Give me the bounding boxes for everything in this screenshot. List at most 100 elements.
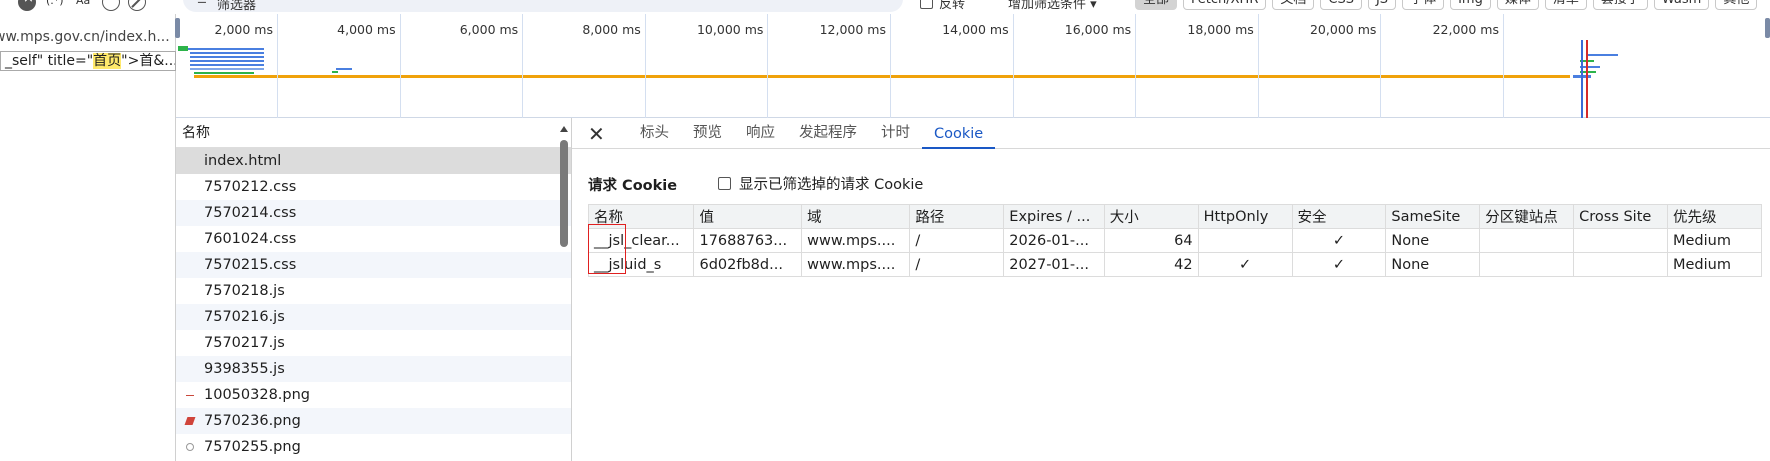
cookie-column-header[interactable]: 名称 (587, 204, 695, 229)
clear-icon[interactable] (18, 0, 36, 11)
type-filter-chip[interactable]: Wasm (1653, 0, 1710, 10)
cookie-column-header[interactable]: 值 (693, 204, 803, 229)
code-before: _self" title=" (5, 53, 94, 69)
close-icon[interactable]: ✕ (588, 124, 605, 144)
timeline-overview[interactable]: 2,000 ms 4,000 ms 6,000 ms 8,000 ms 10,000 m… (175, 14, 1770, 118)
request-row[interactable]: 7570212.css (176, 174, 571, 200)
type-filter-chip[interactable]: 清单 (1544, 0, 1587, 10)
request-name: 7570236.png (204, 413, 301, 429)
cookie-row[interactable]: __jsluid_s 6d02fb8d... www.mps..../2027-01… (587, 252, 1762, 277)
cookie-column-header[interactable]: SameSite (1385, 204, 1481, 229)
waterfall-bar (190, 52, 264, 54)
cookie-table-body: __jsl_clear... 17688763... www.mps..../202… (587, 228, 1762, 277)
show-filtered-checkbox[interactable]: 显示已筛选掉的请求 Cookie (718, 173, 923, 194)
load-event-marker (1586, 40, 1588, 118)
overview-right-handle[interactable] (1765, 18, 1770, 38)
timeline-gridline (644, 14, 646, 118)
timeline-gridline (522, 14, 524, 118)
cookie-cell: 17688763... (693, 228, 803, 253)
request-row[interactable]: index.html (176, 148, 571, 174)
request-row[interactable]: 10050328.png (176, 382, 571, 408)
waterfall-bar (194, 72, 254, 74)
cookie-cell (1197, 228, 1293, 253)
type-filter-chip[interactable]: 媒体 (1496, 0, 1539, 10)
type-filter-chip[interactable]: 全部 (1135, 0, 1178, 10)
timeline-gridline (277, 14, 278, 118)
dom-content-loaded-marker (1581, 40, 1583, 118)
type-filter-chip[interactable]: 套接字 (1592, 0, 1648, 10)
case-sensitive-toggle[interactable]: Aa (76, 0, 90, 7)
timeline-tick-label: 10,000 ms (696, 22, 764, 37)
details-tab[interactable]: 标头 (628, 121, 681, 148)
type-filter-chip[interactable]: Img (1450, 0, 1491, 10)
type-filter-chip[interactable]: JS (1367, 0, 1397, 10)
details-tab[interactable]: Cookie (922, 126, 996, 149)
overview-left-handle[interactable] (175, 18, 180, 38)
timeline-tick-label: 12,000 ms (819, 22, 886, 37)
cookie-column-header[interactable]: 路径 (909, 204, 1005, 229)
request-row[interactable]: 9398355.js (176, 356, 571, 382)
cookie-column-header[interactable]: 优先级 (1667, 204, 1762, 229)
cookie-cell: ✓ (1291, 228, 1387, 253)
scroll-up-icon[interactable] (560, 126, 568, 132)
cookie-cell: 6d02fb8d... (693, 252, 803, 277)
block-icon[interactable] (128, 0, 146, 11)
request-row[interactable]: 7570236.png (176, 408, 571, 434)
cookie-column-header[interactable]: Cross Site (1573, 204, 1668, 229)
cookie-column-header[interactable]: HttpOnly (1197, 204, 1293, 229)
cookie-cell: / (909, 252, 1005, 277)
cookie-cell (1573, 228, 1668, 253)
request-row[interactable]: 7570215.css (176, 252, 571, 278)
type-filter-chip[interactable]: 文档 (1272, 0, 1315, 10)
cookie-cell (1479, 252, 1575, 277)
details-tab[interactable]: 计时 (869, 121, 922, 148)
request-name: 7601024.css (204, 231, 297, 247)
timeline-gridline (1012, 14, 1014, 118)
cookie-cell: ✓ (1197, 252, 1293, 277)
request-row[interactable]: 7570218.js (176, 278, 571, 304)
timeline-tick-label: 4,000 ms (337, 22, 396, 37)
request-row[interactable]: 7570216.js (176, 304, 571, 330)
type-filter-chip[interactable]: Fetch/XHR (1183, 0, 1267, 10)
type-filter-chip[interactable]: 字体 (1402, 0, 1445, 10)
regex-toggle[interactable]: (.*) (46, 0, 64, 7)
name-column-header[interactable]: 名称 (176, 118, 571, 148)
request-row[interactable]: 7570255.png (176, 434, 571, 460)
cookie-cell: Medium (1667, 228, 1762, 253)
timeline-tick-label: 22,000 ms (1432, 22, 1499, 37)
type-filter-chip[interactable]: CSS (1320, 0, 1362, 10)
invert-checkbox[interactable]: 反转 (920, 0, 965, 12)
section-title: 请求 Cookie (588, 178, 678, 194)
waterfall-bar (190, 56, 264, 58)
cookie-column-header[interactable]: 域 (801, 204, 911, 229)
toolbar-icons (18, 0, 36, 11)
details-tab[interactable]: 响应 (734, 121, 787, 148)
devtools-network-panel: (.*) Aa ☰ 筛选器 反转 增加筛选条件 ▾ 全部 Fetch/XHR 文档 C… (0, 0, 1770, 461)
type-filter-chip[interactable]: 其他 (1715, 0, 1758, 10)
waterfall-bar (178, 46, 188, 51)
cookie-cell: None (1385, 228, 1481, 253)
request-name: 9398355.js (204, 361, 285, 377)
cookie-table: 名称值域路径 Expires / ... 大小 HttpOnly 安全 SameSite 分… (587, 204, 1762, 277)
filter-input[interactable]: ☰ 筛选器 (183, 0, 903, 13)
request-row[interactable]: 7570217.js (176, 330, 571, 356)
cookie-column-header[interactable]: Expires / ... (1003, 204, 1105, 229)
cookie-row[interactable]: __jsl_clear... 17688763... www.mps..../202… (587, 228, 1762, 253)
scroll-thumb[interactable] (560, 140, 568, 247)
timeline-tick-label: 8,000 ms (582, 22, 641, 37)
record-icon[interactable] (102, 0, 120, 11)
cookie-cell: __jsluid_s (587, 252, 695, 277)
request-list-scrollbar[interactable] (557, 118, 571, 461)
cookie-column-header[interactable]: 分区键站点 (1479, 204, 1575, 229)
cookie-column-header[interactable]: 大小 (1103, 204, 1199, 229)
image-icon (184, 417, 196, 425)
waterfall-bar (190, 64, 264, 66)
cookie-column-header[interactable]: 安全 (1291, 204, 1387, 229)
details-tab[interactable]: 预览 (681, 121, 734, 148)
more-filters-dropdown[interactable]: 增加筛选条件 ▾ (1008, 0, 1097, 12)
request-row[interactable]: 7570214.css (176, 200, 571, 226)
details-tab[interactable]: 发起程序 (787, 121, 869, 148)
cookie-cell: 2026-01-... (1003, 228, 1105, 253)
request-row[interactable]: 7601024.css (176, 226, 571, 252)
timeline-tick-label: 2,000 ms (214, 22, 273, 37)
